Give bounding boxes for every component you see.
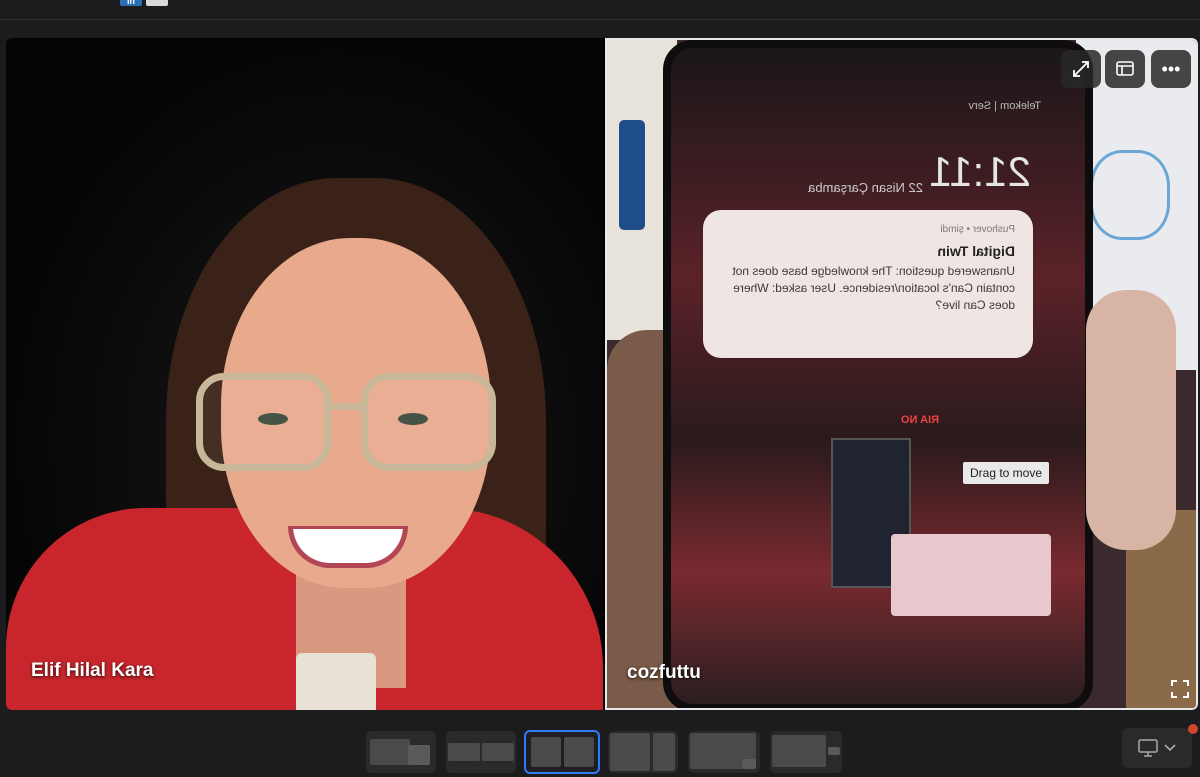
layout-option-speaker-thumbnail[interactable] xyxy=(770,731,842,773)
fullscreen-icon[interactable] xyxy=(1171,680,1189,698)
more-options-button[interactable]: ••• xyxy=(1151,50,1191,88)
app-logo-secondary-icon xyxy=(146,0,168,6)
app-logo-icon: in xyxy=(120,0,142,6)
more-options-icon: ••• xyxy=(1161,58,1181,79)
layout-option-split[interactable] xyxy=(608,731,678,773)
display-settings-button[interactable] xyxy=(1122,728,1192,768)
layout-settings-icon xyxy=(1116,61,1134,76)
layout-option-sidebar[interactable] xyxy=(366,731,436,773)
notification-body: Unanswered question: The knowledge base … xyxy=(732,264,1015,312)
notification-app: Pushover • şimdi xyxy=(940,224,1015,235)
hand-holding-phone xyxy=(1086,290,1176,550)
participant-name-label: cozfuttu xyxy=(627,662,701,683)
participant-name-label: Elif Hilal Kara xyxy=(31,660,154,681)
participant-shirt xyxy=(296,653,376,710)
expand-icon xyxy=(1073,61,1089,77)
drag-tooltip: Drag to move xyxy=(963,462,1050,484)
notification-dot xyxy=(1188,724,1198,734)
notification-title: Digital Twin xyxy=(937,243,1015,259)
participant-tile-2[interactable]: Telekom | Serv 21:11 22 Nisan Çarşamba P… xyxy=(605,38,1198,710)
monitor-icon xyxy=(1138,739,1158,757)
top-bar: in xyxy=(0,0,1200,20)
layout-option-side-by-side-wide[interactable] xyxy=(446,731,516,773)
phone-status-bar: Telekom | Serv xyxy=(968,100,1041,112)
layout-option-side-by-side[interactable] xyxy=(524,730,600,774)
participant-glasses xyxy=(196,373,496,473)
video-stage: Elif Hilal Kara Telekom | Serv 21:11 22 … xyxy=(6,38,1198,710)
phone-date: 22 Nisan Çarşamba xyxy=(808,180,923,195)
layout-option-speaker[interactable] xyxy=(688,731,760,773)
expand-button[interactable] xyxy=(1061,50,1101,88)
layout-settings-button[interactable] xyxy=(1105,50,1145,88)
phone-notification: Pushover • şimdi Digital Twin Unanswered… xyxy=(703,210,1033,358)
chevron-down-icon xyxy=(1164,744,1176,752)
phone-rec-label: RIA NO xyxy=(901,414,940,426)
phone-light-pane xyxy=(891,534,1051,616)
held-phone: Telekom | Serv 21:11 22 Nisan Çarşamba P… xyxy=(663,40,1093,708)
participant-tile-1[interactable]: Elif Hilal Kara xyxy=(6,38,603,710)
